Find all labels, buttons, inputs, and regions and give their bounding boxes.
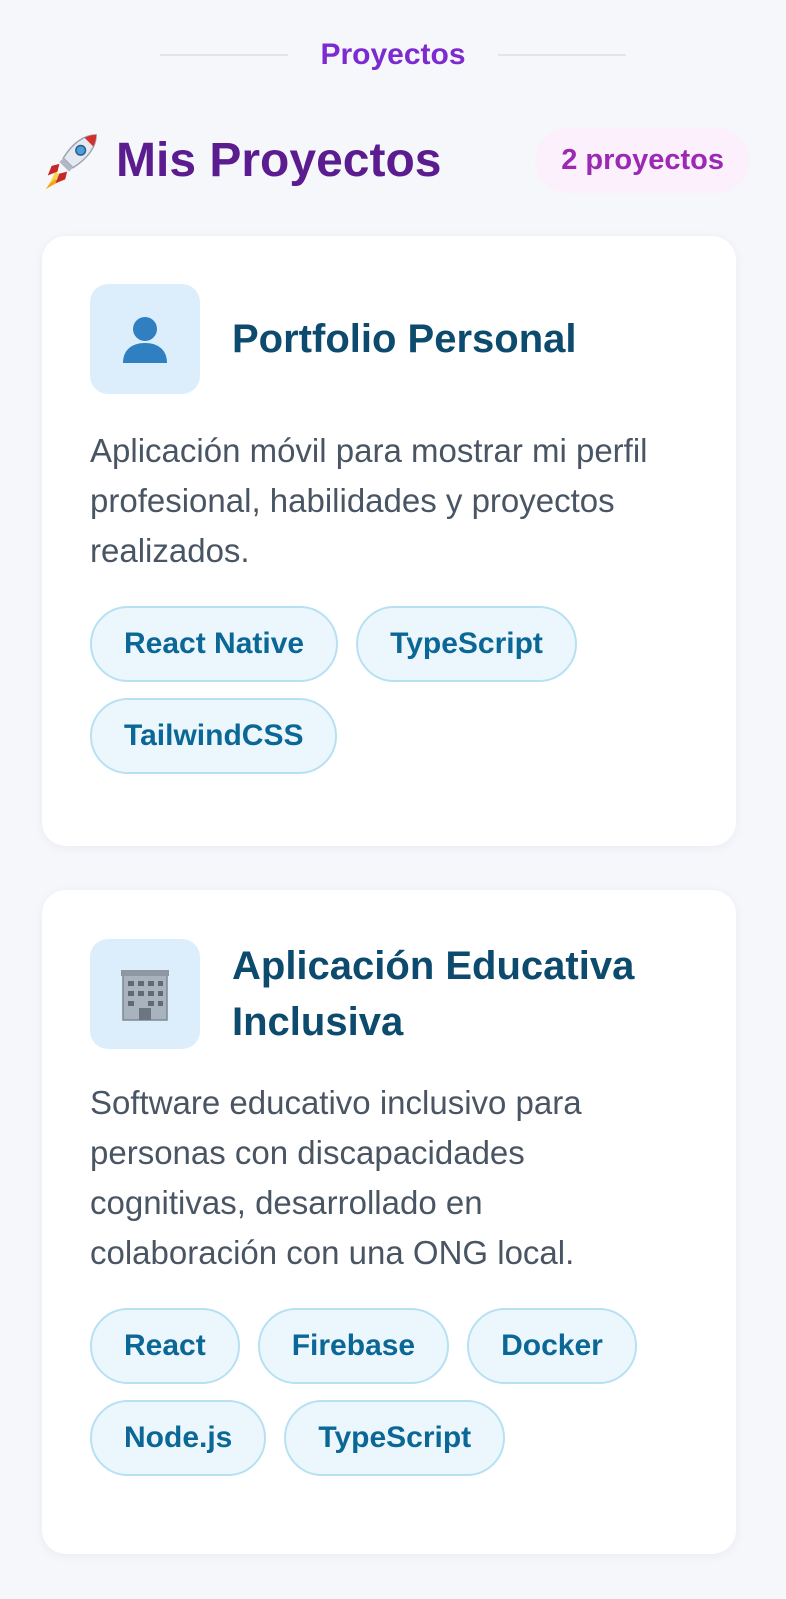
section-divider: Proyectos: [0, 30, 786, 80]
office-building-icon: [121, 970, 169, 1021]
tech-tag: TypeScript: [284, 1400, 506, 1476]
tech-tag: Node.js: [90, 1400, 267, 1476]
project-card[interactable]: Aplicación Educativa Inclusiva Software …: [42, 890, 736, 1554]
project-title: Portfolio Personal: [232, 317, 577, 361]
card-header: Aplicación Educativa Inclusiva: [90, 938, 688, 1050]
tag-list: React Native TypeScript TailwindCSS: [90, 606, 690, 774]
tech-tag: React: [90, 1308, 240, 1384]
tag-list: React Firebase Docker Node.js TypeScript: [90, 1308, 690, 1476]
section-label: Proyectos: [320, 38, 466, 71]
tech-tag: Firebase: [257, 1308, 450, 1384]
title-group: Mis Proyectos: [40, 129, 441, 191]
project-card[interactable]: Portfolio Personal Aplicación móvil para…: [42, 236, 736, 846]
card-icon-box: [90, 939, 200, 1049]
project-description: Aplicación móvil para mostrar mi perfil …: [90, 432, 648, 569]
divider-line-right: [497, 54, 626, 56]
card-icon-box: [90, 284, 200, 394]
card-header: Portfolio Personal: [90, 284, 688, 394]
rocket-icon: [45, 134, 97, 190]
project-description: Software educativo inclusivo para person…: [90, 1084, 582, 1271]
project-title: Aplicación Educativa Inclusiva: [232, 944, 635, 1044]
tech-tag: TypeScript: [356, 606, 577, 682]
tech-tag: Docker: [467, 1308, 637, 1384]
person-silhouette-icon: [123, 317, 167, 363]
projects-header: Mis Proyectos 2 proyectos: [40, 120, 750, 200]
project-count-badge: 2 proyectos: [535, 127, 750, 193]
tech-tag: React Native: [90, 606, 339, 682]
divider-line-left: [160, 54, 289, 56]
page-title: Mis Proyectos: [116, 133, 442, 187]
tech-tag: TailwindCSS: [90, 698, 338, 774]
